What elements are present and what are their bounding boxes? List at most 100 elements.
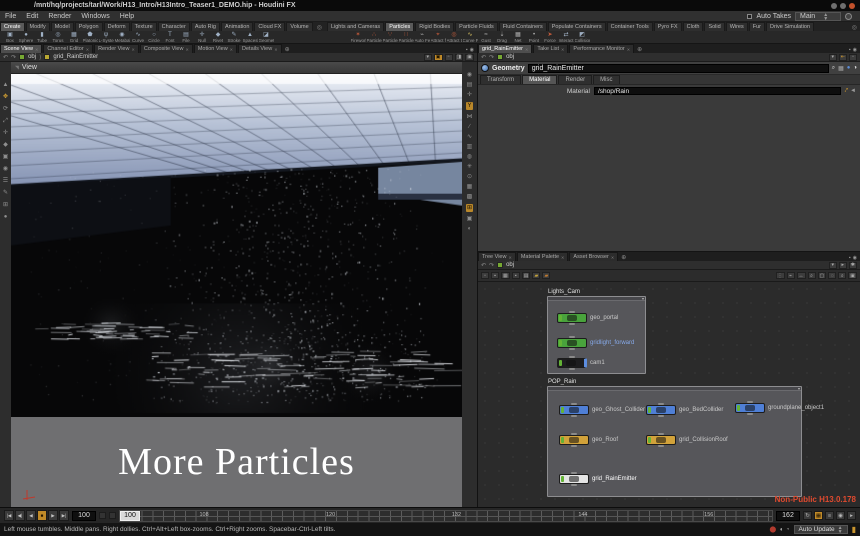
close-button[interactable] [849,3,855,9]
shelf-tool[interactable]: ✎ Stroke [226,31,242,44]
nav-back-icon[interactable]: ↶ [481,262,486,269]
viewport-3d-scene[interactable] [11,74,462,417]
network-node[interactable]: geo_Roof [559,435,618,445]
shelf-tab[interactable]: Create [0,22,25,31]
display-option-icon[interactable]: ⊙ [467,174,472,180]
pane-tab[interactable]: Channel Editor ✕ [43,44,93,53]
display-option-icon[interactable]: ▤ [467,82,473,88]
playbar-tool-icon[interactable]: ≡ [825,511,834,520]
menu-item[interactable]: Render [43,13,76,20]
shelf-tool[interactable]: ▦ Grid [66,31,82,44]
shelf-tab[interactable]: Model [51,22,74,31]
shelf-tool[interactable]: ∷ Particles fr... [398,31,414,44]
shelf-tool[interactable]: ∿ Curve Force [462,31,478,44]
display-flag[interactable] [559,360,562,366]
shelf-tool[interactable]: ◎ Attract to... [446,31,462,44]
field-action-icon[interactable]: ⤤ [845,88,848,95]
viewport-tool-icon[interactable]: ▲ [3,82,9,88]
display-flag[interactable] [561,476,564,482]
pane-tab[interactable]: Material Palette ✕ [517,252,569,261]
network-box-header[interactable]: ▾ [548,297,645,301]
shelf-tab[interactable]: Polygon [75,22,103,31]
pane-tab[interactable]: Take List ✕ [533,44,568,53]
display-option-icon[interactable]: ∕ [469,124,470,130]
network-tool-icon[interactable]: ▰ [542,272,550,279]
display-flag[interactable] [561,407,564,413]
spinner-icon[interactable]: ▲▼ [823,13,828,21]
view-menu[interactable]: View [22,64,37,71]
minimize-button[interactable] [831,3,837,9]
pane-tab[interactable]: grid_RainEmitter ✕ [478,44,532,53]
transport-button[interactable]: |◀ [4,510,14,521]
pathbar-tool-icon[interactable]: ▾ [424,54,432,61]
playhead[interactable]: 100 [120,511,140,521]
close-tab-icon[interactable]: ✕ [274,47,277,52]
pathbar-tool-icon[interactable]: ▣ [434,54,443,61]
shelf-tab[interactable]: Container Tools [607,22,653,31]
shelf-tool[interactable]: ▦ Net [510,31,526,44]
shelf-tool[interactable]: ⬟ Platonic [82,31,98,44]
display-option-icon[interactable]: Y [466,102,472,110]
network-tool-icon[interactable]: ▫ [481,272,489,279]
shelf-tool[interactable]: ⇣ Drag [494,31,510,44]
network-node[interactable]: gridlight_forward [557,338,634,348]
shelf-tool[interactable]: ⇄ Interact [558,31,574,44]
shelf-tool[interactable]: ◪ Geometry [258,31,274,44]
maximize-button[interactable] [840,3,846,9]
auto-update-select[interactable]: Auto Update ▲▼ [794,525,848,534]
new-tab-icon[interactable]: ⊕ [619,254,628,261]
network-node[interactable]: groundplane_object1 [735,403,824,413]
nav-back-icon[interactable]: ↶ [481,54,486,61]
parameter-tab[interactable]: Material [522,75,557,84]
shelf-tab[interactable]: Auto Rig [191,22,220,31]
shelf-tool[interactable]: ◎ Torus [50,31,66,44]
playbar-tool-icon[interactable]: ▦ [814,511,823,520]
shelf-tool[interactable]: ◆ Rivet [210,31,226,44]
close-tab-icon[interactable]: ✕ [561,255,564,260]
shelf-tool[interactable]: ψ L-System [98,31,114,44]
pane-float-icon[interactable]: ◉ [470,47,474,53]
menu-item[interactable]: Edit [21,13,43,20]
range-start-field[interactable]: 100 [72,511,96,521]
close-tab-icon[interactable]: ✕ [185,47,188,52]
status-icon[interactable]: ⬤ [770,527,777,533]
viewport-tool-icon[interactable]: ☰ [3,178,8,184]
viewport-tool-icon[interactable]: ✛ [3,130,8,136]
breadcrumb-root[interactable]: obj [28,54,36,60]
viewport-tool-icon[interactable]: ▣ [3,154,9,160]
network-tool-icon[interactable]: ▪ [491,272,499,279]
shelf-tool[interactable]: ∵ Particles fr... [382,31,398,44]
pathbar-tool-icon[interactable]: ▫ [849,54,857,61]
shelf-tab[interactable]: Volume [286,22,312,31]
pathbar-tool-icon[interactable]: ▣ [465,54,474,61]
range-end-field[interactable]: 162 [776,511,800,521]
shelf-tab[interactable]: Pyro FX [654,22,682,31]
network-tool-icon[interactable]: ↔ [797,272,806,279]
pathbar-tool-icon[interactable]: ✱ [849,262,857,269]
shelf-tab[interactable]: Populate Containers [548,22,606,31]
network-node[interactable]: grid_RainEmitter [559,474,637,484]
shelf-tab[interactable]: Character [158,22,190,31]
display-option-icon[interactable]: ▣ [467,216,473,222]
pane-tab[interactable]: Performance Monitor ✕ [569,44,634,53]
shelf-tool[interactable]: • Point [526,31,542,44]
viewport-tool-icon[interactable]: ⟳ [3,106,8,112]
minimize-box-icon[interactable]: ▾ [642,296,644,301]
status-icon[interactable]: ◔ [786,527,790,533]
close-tab-icon[interactable]: ✕ [627,47,630,52]
shelf-tab[interactable]: Particle Fluids [455,22,498,31]
display-flag[interactable] [559,340,562,346]
display-flag[interactable] [737,405,740,411]
param-header-icon[interactable]: ▦ [838,65,844,72]
nav-back-icon[interactable]: ↶ [3,54,8,61]
pane-tab[interactable]: Composite View ✕ [140,44,193,53]
nav-forward-icon[interactable]: ↷ [489,262,494,269]
minimize-box-icon[interactable]: ▾ [798,386,800,391]
display-option-icon[interactable]: ▥ [467,144,473,150]
nav-forward-icon[interactable]: ↷ [11,54,16,61]
display-option-icon[interactable]: ✳ [467,164,472,170]
close-tab-icon[interactable]: ✕ [525,47,528,52]
shelf-tool[interactable]: ∴ Particles fr... [366,31,382,44]
close-tab-icon[interactable]: ✕ [561,47,564,52]
shelf-tool[interactable]: ◩ Collision D... [574,31,590,44]
